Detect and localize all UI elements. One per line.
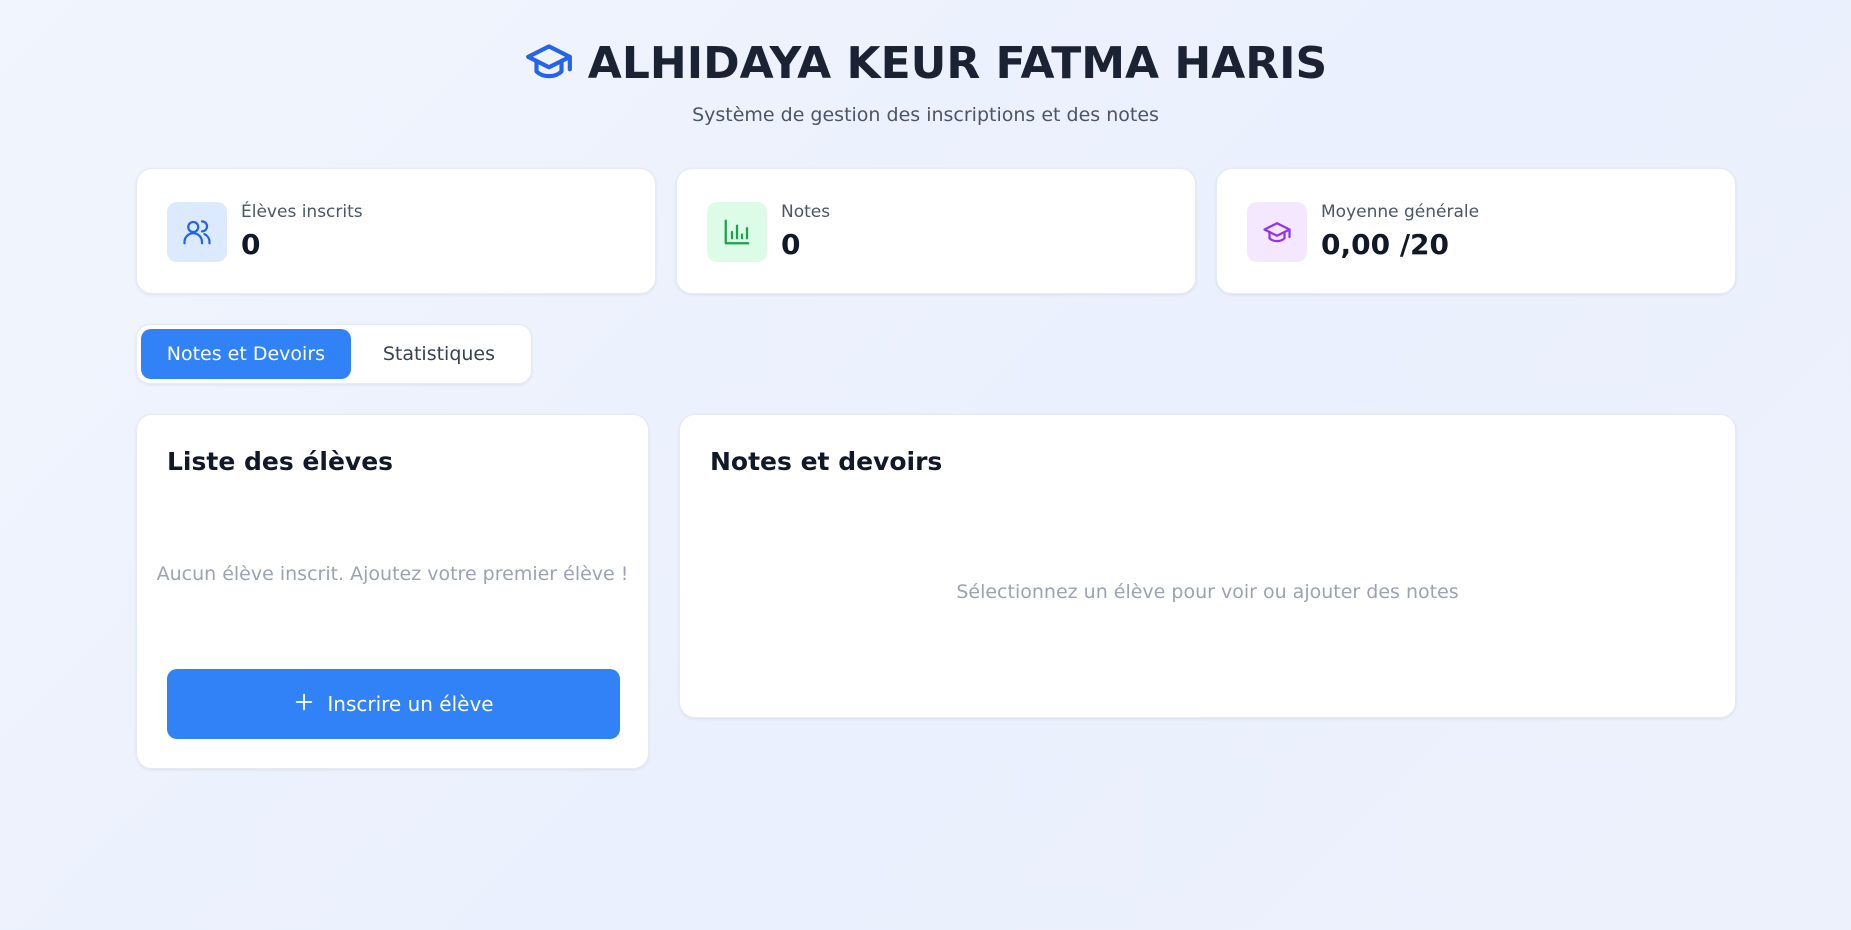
users-icon xyxy=(167,202,227,262)
notes-empty-message: Sélectionnez un élève pour voir ou ajout… xyxy=(956,581,1459,603)
stat-card-average: Moyenne générale 0,00 /20 xyxy=(1216,168,1736,294)
plus-icon xyxy=(293,691,315,718)
title-row: ALHIDAYA KEUR FATMA HARIS xyxy=(0,36,1851,90)
graduation-cap-icon xyxy=(524,36,574,90)
bar-chart-icon xyxy=(707,202,767,262)
stat-label: Notes xyxy=(781,201,831,222)
students-panel-title: Liste des élèves xyxy=(167,447,394,476)
stat-label: Moyenne générale xyxy=(1321,201,1480,222)
graduation-cap-icon xyxy=(1247,202,1307,262)
stat-value: 0 xyxy=(241,227,261,261)
page-header: ALHIDAYA KEUR FATMA HARIS Système de ges… xyxy=(0,36,1851,126)
notes-panel: Notes et devoirs Sélectionnez un élève p… xyxy=(679,414,1736,718)
stat-value: 0,00 /20 xyxy=(1321,227,1450,261)
students-panel: Liste des élèves Aucun élève inscrit. Aj… xyxy=(136,414,649,769)
stats-row: Élèves inscrits 0 Notes 0 Moyenne généra… xyxy=(136,168,1736,294)
stat-label: Élèves inscrits xyxy=(241,201,363,222)
tab-statistiques[interactable]: Statistiques xyxy=(351,329,527,379)
page-subtitle: Système de gestion des inscriptions et d… xyxy=(692,104,1159,126)
tab-bar: Notes et Devoirs Statistiques xyxy=(136,324,532,384)
students-empty-message: Aucun élève inscrit. Ajoutez votre premi… xyxy=(156,563,629,585)
notes-panel-title: Notes et devoirs xyxy=(710,447,943,476)
add-student-button-label: Inscrire un élève xyxy=(327,692,494,716)
stat-value: 0 xyxy=(781,227,801,261)
stat-card-notes: Notes 0 xyxy=(676,168,1196,294)
add-student-button[interactable]: Inscrire un élève xyxy=(167,669,620,739)
stat-card-students: Élèves inscrits 0 xyxy=(136,168,656,294)
page-title: ALHIDAYA KEUR FATMA HARIS xyxy=(587,37,1328,89)
tab-notes-devoirs[interactable]: Notes et Devoirs xyxy=(141,329,351,379)
